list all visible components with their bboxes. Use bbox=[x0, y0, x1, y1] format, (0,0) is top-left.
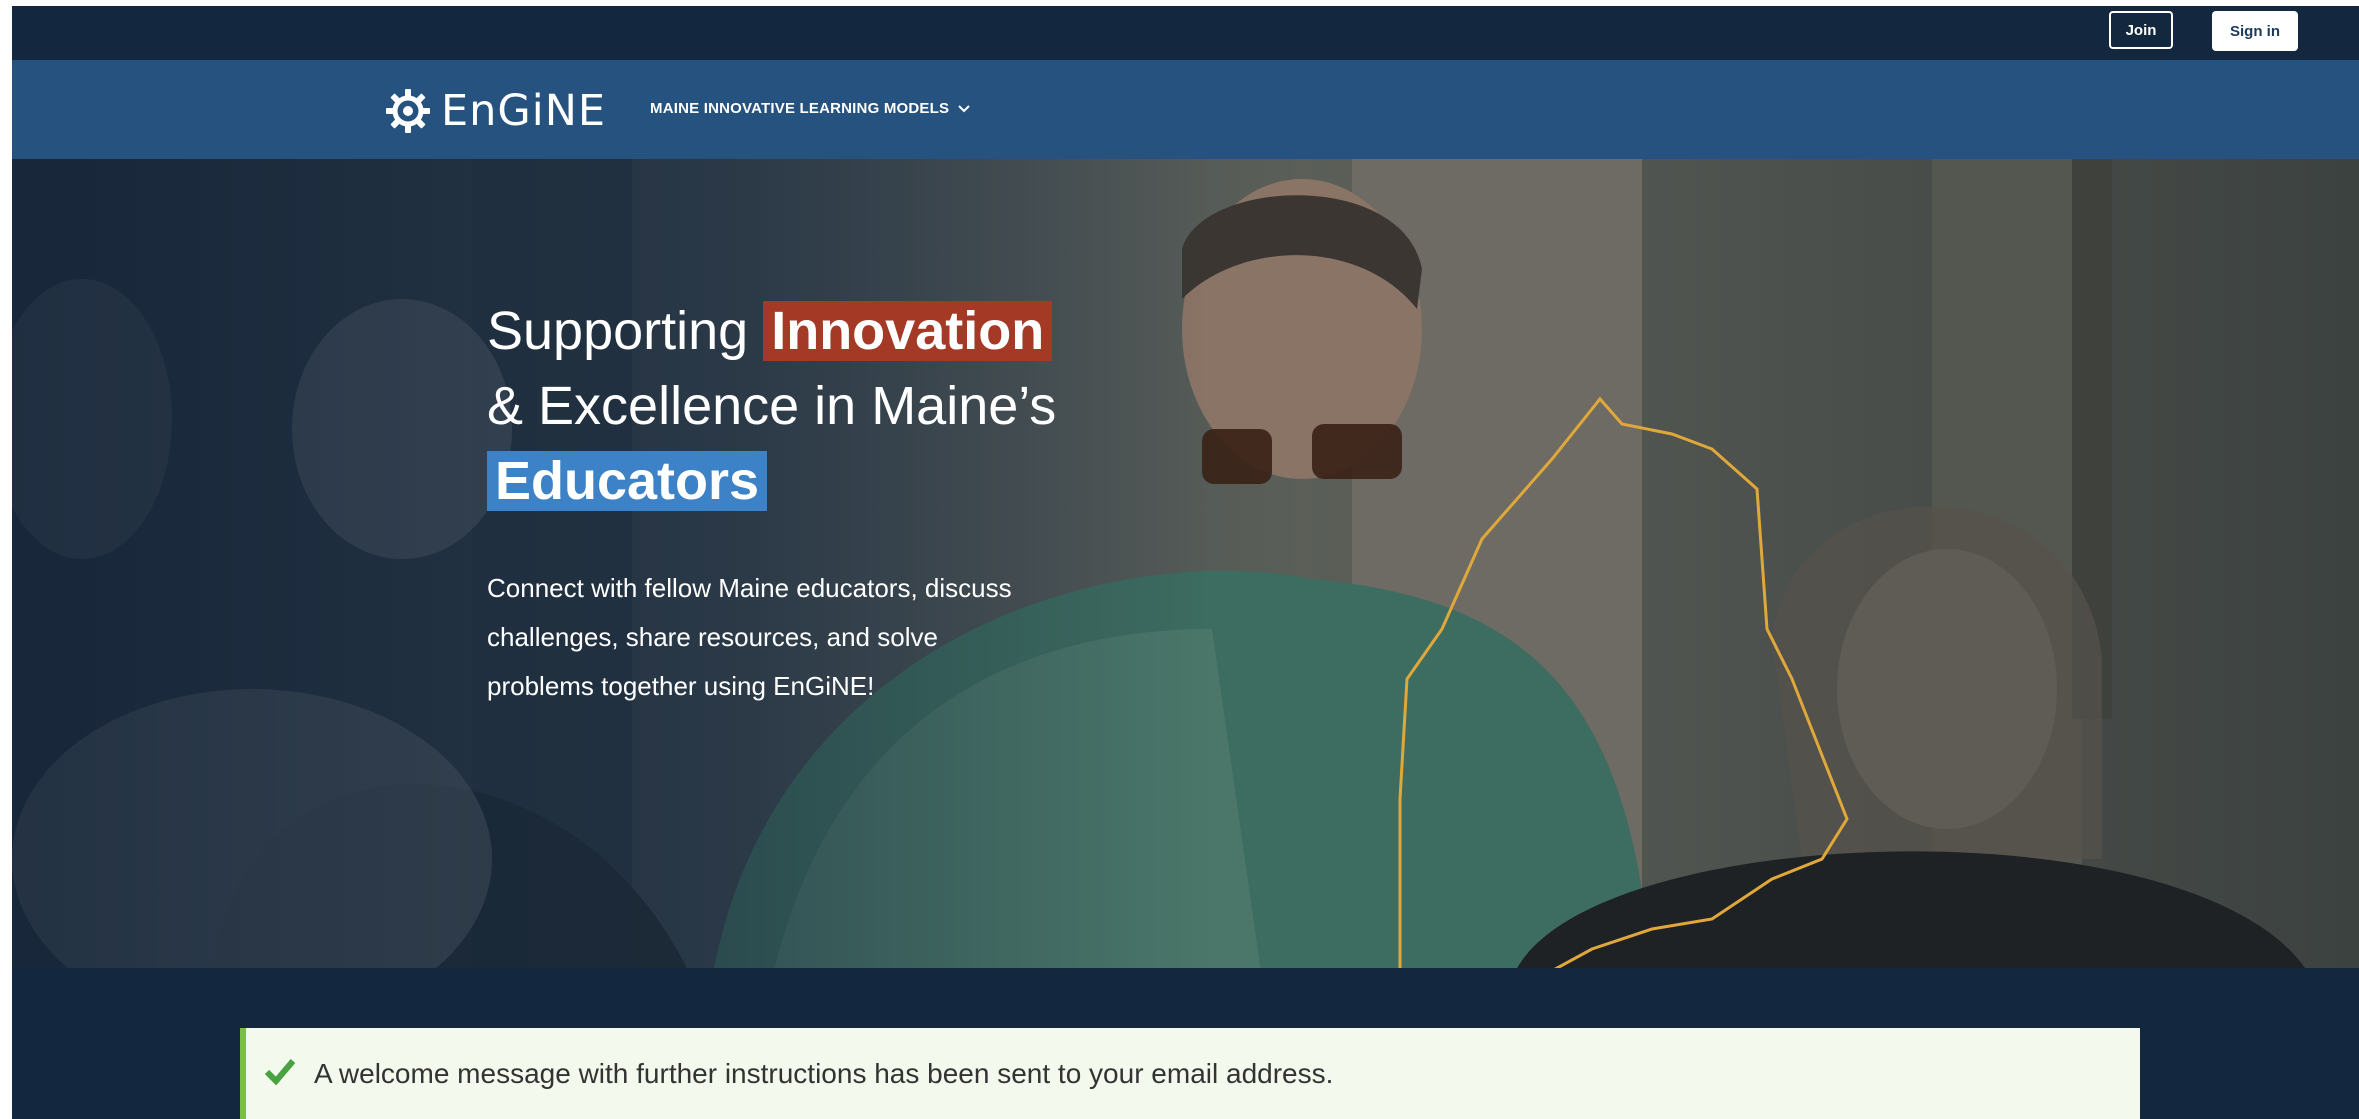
chevron-down-icon bbox=[958, 104, 970, 112]
headline-line-1: Supporting Innovation bbox=[487, 294, 1056, 369]
top-utility-bar: Join Sign in bbox=[12, 6, 2359, 60]
headline-highlight-educators: Educators bbox=[487, 451, 768, 511]
hero-headline: Supporting Innovation & Excellence in Ma… bbox=[487, 294, 1056, 519]
headline-line-2: & Excellence in Maine’s bbox=[487, 376, 1057, 436]
gear-icon bbox=[386, 89, 430, 133]
page: Join Sign in EnGiNE MAINE INNOVATIVE LEA… bbox=[12, 6, 2359, 1119]
checkmark-icon bbox=[264, 1057, 296, 1091]
logo-text: EnGiNE bbox=[441, 86, 607, 136]
hero-description: Connect with fellow Maine educators, dis… bbox=[487, 573, 1012, 701]
site-logo[interactable]: EnGiNE bbox=[385, 86, 607, 136]
sign-in-button[interactable]: Sign in bbox=[2212, 11, 2298, 51]
nav-menu-maine-innovative-learning-models[interactable]: MAINE INNOVATIVE LEARNING MODELS bbox=[650, 100, 971, 117]
main-navigation: EnGiNE MAINE INNOVATIVE LEARNING MODELS bbox=[12, 60, 2359, 159]
join-button[interactable]: Join bbox=[2109, 11, 2173, 49]
status-message: A welcome message with further instructi… bbox=[240, 1028, 2140, 1119]
headline-line-3: Educators bbox=[487, 444, 1056, 519]
headline-text: Supporting bbox=[487, 301, 764, 361]
headline-highlight-innovation: Innovation bbox=[763, 301, 1053, 361]
status-message-text: A welcome message with further instructi… bbox=[314, 1057, 1334, 1089]
hero-banner: Supporting Innovation & Excellence in Ma… bbox=[12, 159, 2359, 979]
nav-menu-label: MAINE INNOVATIVE LEARNING MODELS bbox=[650, 100, 950, 117]
